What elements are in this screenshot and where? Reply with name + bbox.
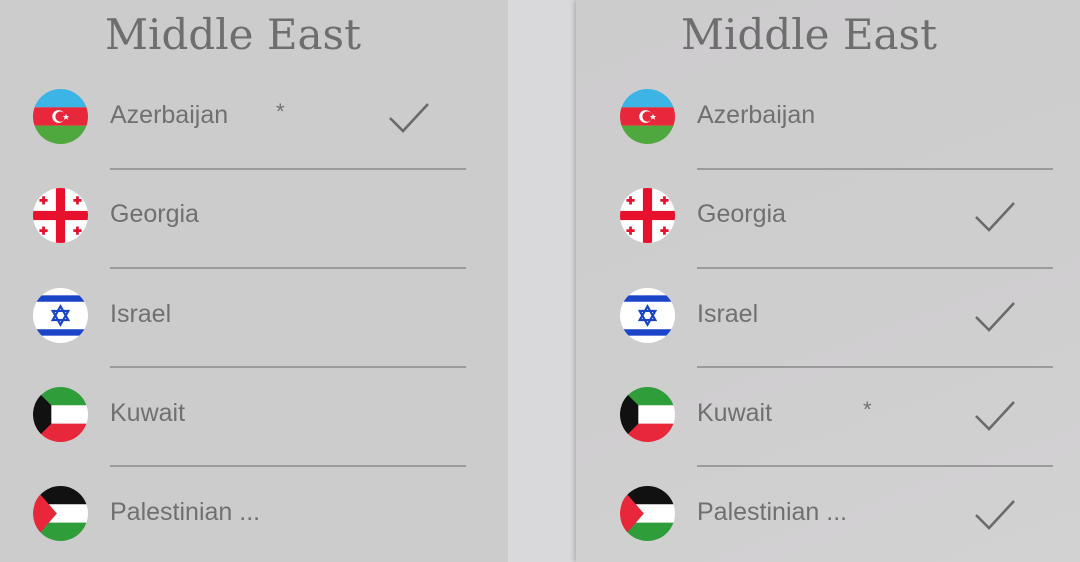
country-name: Israel [110, 300, 172, 328]
country-row-israel[interactable]: Israel [0, 288, 504, 387]
israel-flag-icon [620, 288, 675, 343]
checkmark-icon [975, 500, 1015, 530]
left-country-list-panel: Middle East Azerbaijan * Georgia Israel [0, 0, 508, 562]
country-name: Georgia [110, 200, 199, 228]
checkmark-icon [975, 202, 1015, 232]
kuwait-flag-icon [33, 387, 88, 442]
palestine-flag-icon [620, 486, 675, 541]
country-name: Azerbaijan [697, 101, 816, 129]
divider [110, 267, 466, 269]
checkmark-icon [975, 401, 1015, 431]
country-name: Azerbaijan [110, 101, 229, 129]
divider [110, 168, 466, 170]
country-row-israel[interactable]: Israel [576, 288, 1080, 387]
georgia-flag-icon [620, 188, 675, 243]
panel-title: Middle East [105, 10, 361, 59]
israel-flag-icon [33, 288, 88, 343]
checkmark-icon [389, 103, 429, 133]
azerbaijan-flag-icon [33, 89, 88, 144]
right-country-list-panel: Middle East Azerbaijan Georgia Israel Ku… [576, 0, 1080, 562]
georgia-flag-icon [33, 188, 88, 243]
country-row-georgia[interactable]: Georgia [0, 188, 504, 287]
divider [110, 465, 466, 467]
country-row-azerbaijan[interactable]: Azerbaijan [576, 89, 1080, 188]
palestine-flag-icon [33, 486, 88, 541]
divider [110, 366, 466, 368]
checkmark-icon [975, 302, 1015, 332]
divider [697, 267, 1053, 269]
divider [697, 465, 1053, 467]
divider [697, 168, 1053, 170]
country-row-georgia[interactable]: Georgia [576, 188, 1080, 287]
country-name: Palestinian ... [110, 498, 261, 526]
panel-title: Middle East [681, 10, 937, 59]
panel-separator [508, 0, 576, 562]
country-name: Georgia [697, 200, 786, 228]
country-name: Palestinian ... [697, 498, 848, 526]
country-row-kuwait[interactable]: Kuwait [0, 387, 504, 486]
azerbaijan-flag-icon [620, 89, 675, 144]
screen: Middle East Azerbaijan * Georgia Israel [0, 0, 1080, 562]
divider [697, 366, 1053, 368]
country-row-kuwait[interactable]: Kuwait * [576, 387, 1080, 486]
country-name: Kuwait [697, 399, 773, 427]
country-name: Kuwait [110, 399, 186, 427]
favorite-star-icon: * [863, 397, 872, 422]
country-row-palestinian[interactable]: Palestinian ... [0, 486, 504, 562]
country-row-palestinian[interactable]: Palestinian ... [576, 486, 1080, 562]
favorite-star-icon: * [276, 99, 285, 124]
kuwait-flag-icon [620, 387, 675, 442]
country-row-azerbaijan[interactable]: Azerbaijan * [0, 89, 504, 188]
country-name: Israel [697, 300, 759, 328]
